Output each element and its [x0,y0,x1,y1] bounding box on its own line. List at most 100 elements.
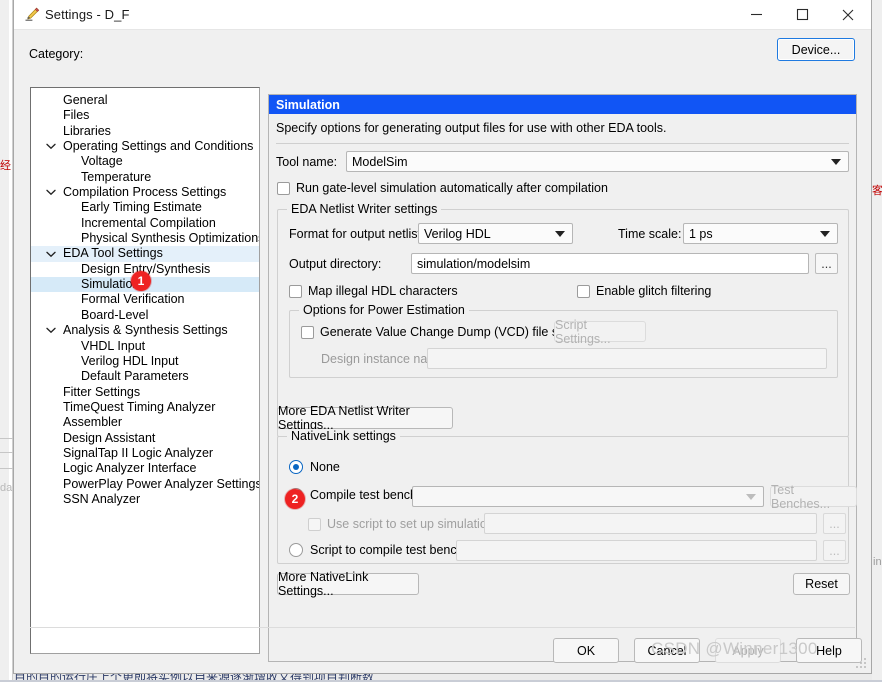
tree-item-operating-settings-and-conditions[interactable]: Operating Settings and Conditions [31,139,259,154]
map-illegal-hdl-label: Map illegal HDL characters [308,284,458,298]
tree-item-label: VHDL Input [81,338,146,353]
annotation-badge-1: 1 [131,271,151,291]
tree-item-label: PowerPlay Power Analyzer Settings [63,476,260,491]
tree-item-physical-synthesis-optimizations[interactable]: Physical Synthesis Optimizations [31,231,259,246]
tree-item-label: SignalTap II Logic Analyzer [63,445,214,460]
apply-button[interactable]: Apply [715,638,781,663]
output-directory-input[interactable]: simulation/modelsim [411,253,809,274]
nativelink-settings-group-title: NativeLink settings [287,429,400,443]
tree-item-signaltap-ii-logic-analyzer[interactable]: SignalTap II Logic Analyzer [31,446,259,461]
output-directory-value: simulation/modelsim [417,256,531,271]
time-scale-label: Time scale: [618,227,682,241]
design-instance-name-input[interactable] [427,348,827,369]
script-settings-button[interactable]: Script Settings... [554,318,646,346]
radio-none[interactable]: None [289,460,340,474]
nativelink-settings-group: NativeLink settings None Compile test be… [277,429,857,564]
background-left-gray-text: da [0,482,13,494]
tree-item-analysis-synthesis-settings[interactable]: Analysis & Synthesis Settings [31,323,259,338]
script-compile-test-bench-input[interactable] [456,540,817,561]
tree-item-eda-tool-settings[interactable]: EDA Tool Settings [31,246,259,262]
use-script-browse-button[interactable]: ... [823,513,846,534]
tree-item-label: SSN Analyzer [63,491,141,506]
tree-item-temperature[interactable]: Temperature [31,170,259,185]
use-script-setup-simulation-checkbox[interactable]: Use script to set up simulation: [308,517,497,531]
tree-item-assembler[interactable]: Assembler [31,415,259,430]
use-script-setup-simulation-label: Use script to set up simulation: [327,517,498,531]
maximize-button[interactable] [779,0,825,30]
run-gate-level-label: Run gate-level simulation automatically … [296,181,608,195]
help-button[interactable]: Help [796,638,862,663]
format-output-netlist-combobox[interactable]: Verilog HDL [418,223,573,244]
tree-item-libraries[interactable]: Libraries [31,124,259,139]
tree-item-label: Operating Settings and Conditions [63,139,254,154]
tree-item-powerplay-power-analyzer-settings[interactable]: PowerPlay Power Analyzer Settings [31,477,259,492]
tree-item-ssn-analyzer[interactable]: SSN Analyzer [31,492,259,507]
tree-item-verilog-hdl-input[interactable]: Verilog HDL Input [31,354,259,369]
tree-item-label: Logic Analyzer Interface [63,461,197,476]
tree-item-fitter-settings[interactable]: Fitter Settings [31,385,259,400]
dialog-body: Category: Device... General Files Librarie… [14,30,871,673]
tree-item-incremental-compilation[interactable]: Incremental Compilation [31,216,259,231]
compile-test-bench-combobox[interactable] [412,486,764,507]
tree-item-label: Temperature [81,169,152,184]
tree-item-general[interactable]: General [31,93,259,108]
script-compile-browse-button[interactable]: ... [823,540,846,561]
radio-script-compile-test-bench[interactable]: Script to compile test bench: [289,543,467,557]
use-script-setup-simulation-input[interactable] [484,513,817,534]
chevron-down-icon [555,224,566,243]
output-directory-browse-button[interactable]: ... [815,253,838,274]
map-illegal-hdl-checkbox[interactable]: Map illegal HDL characters [289,284,458,298]
minimize-icon [750,13,762,16]
output-directory-label: Output directory: [289,257,382,271]
tree-item-voltage[interactable]: Voltage [31,154,259,169]
radio-script-compile-test-bench-label: Script to compile test bench: [310,543,468,557]
eda-netlist-writer-group: EDA Netlist Writer settings Format for o… [277,202,849,437]
tree-item-board-level[interactable]: Board-Level [31,308,259,323]
run-gate-level-checkbox[interactable]: Run gate-level simulation automatically … [277,181,608,195]
background-right-red-text: 客 [872,184,882,197]
more-nativelink-settings-button[interactable]: More NativeLink Settings... [277,570,419,598]
tree-item-files[interactable]: Files [31,108,259,123]
close-icon [842,9,854,20]
minimize-button[interactable] [733,0,779,30]
tree-item-design-assistant[interactable]: Design Assistant [31,431,259,446]
tree-item-vhdl-input[interactable]: VHDL Input [31,339,259,354]
tool-name-combobox[interactable]: ModelSim [346,151,849,172]
close-button[interactable] [825,0,871,30]
background-right-panel [872,0,882,682]
chevron-down-icon[interactable] [45,323,57,338]
tree-item-compilation-process-settings[interactable]: Compilation Process Settings [31,185,259,200]
generate-vcd-checkbox[interactable]: Generate Value Change Dump (VCD) file sc… [301,325,582,339]
resize-grip[interactable] [856,658,868,670]
time-scale-combobox[interactable]: 1 ps [683,223,838,244]
device-button[interactable]: Device... [777,38,855,61]
ok-button[interactable]: OK [553,638,619,663]
power-estimation-group: Options for Power Estimation Generate Va… [289,303,838,378]
radio-circle [289,460,303,474]
chevron-down-icon[interactable] [45,139,57,154]
checkbox-box [308,517,321,531]
footer-divider [30,627,855,628]
chevron-down-icon[interactable] [45,185,57,200]
tree-item-timequest-timing-analyzer[interactable]: TimeQuest Timing Analyzer [31,400,259,415]
chevron-down-icon [820,224,831,243]
test-benches-button[interactable]: Test Benches... [770,483,857,511]
tree-item-label: Fitter Settings [63,384,141,399]
pane-header-title: Simulation [269,95,856,114]
divider [276,143,849,144]
radio-compile-test-bench[interactable]: Compile test bench: [289,488,420,502]
chevron-down-icon[interactable] [45,246,57,261]
cancel-button[interactable]: Cancel [634,638,700,663]
reset-button[interactable]: Reset [793,573,850,595]
tree-item-formal-verification[interactable]: Formal Verification [31,292,259,307]
tree-item-default-parameters[interactable]: Default Parameters [31,369,259,384]
tree-item-early-timing-estimate[interactable]: Early Timing Estimate [31,200,259,215]
background-left-panel [0,0,9,682]
more-eda-netlist-writer-settings-button[interactable]: More EDA Netlist Writer Settings... [277,404,453,432]
tree-item-label: Formal Verification [81,292,185,307]
tree-item-label: Analysis & Synthesis Settings [63,323,228,338]
category-tree[interactable]: General Files Libraries Operating Settings … [30,87,260,654]
tree-item-logic-analyzer-interface[interactable]: Logic Analyzer Interface [31,461,259,476]
background-divider [0,452,13,453]
enable-glitch-filtering-checkbox[interactable]: Enable glitch filtering [577,284,711,298]
